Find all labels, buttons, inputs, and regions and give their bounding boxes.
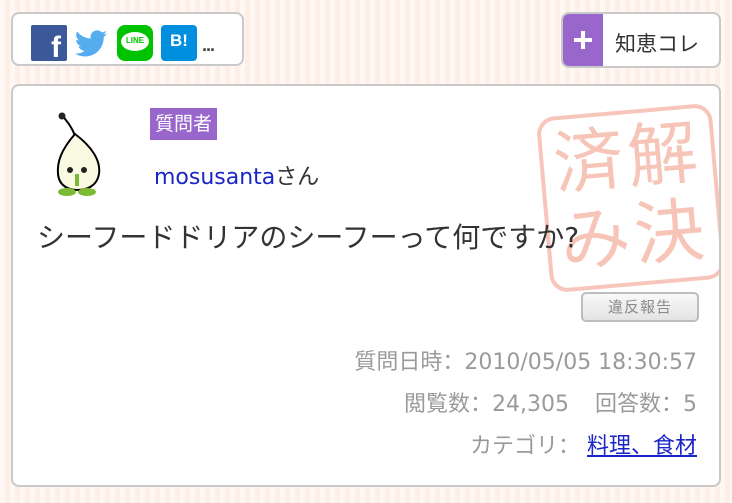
views-value: 24,305 [492,392,569,417]
twitter-icon[interactable] [73,25,109,61]
questioner-badge: 質問者 [150,108,218,140]
question-category: カテゴリ： 料理、食材 [470,428,697,460]
avatar [56,112,101,196]
views-label: 閲覧数： [403,392,492,417]
hatena-bookmark-icon[interactable]: B! [161,25,197,61]
more-share-button[interactable]: ... [202,35,215,56]
chiekore-label: 知恵コレ [615,32,699,56]
plus-icon [563,14,603,66]
share-bar: f LINE B! ... [11,12,244,66]
facebook-glyph: f [51,31,61,64]
resolved-stamp: 解 決 済 み [537,104,719,292]
question-card: 解 決 済 み 質問者 mosusantaさん シーフードドリアのシーフーって何… [11,84,721,487]
question-date: 質問日時：2010/05/05 18:30:57 [354,344,697,376]
date-label: 質問日時： [354,350,465,375]
stamp-char-1: 解 [624,111,701,199]
line-bubble: LINE [121,32,149,51]
line-text: LINE [125,36,145,45]
line-icon[interactable]: LINE [117,25,153,61]
stamp-char-3: 済 [550,118,627,206]
category-link[interactable]: 料理、食材 [587,434,697,459]
question-stats: 閲覧数：24,305 回答数：5 [404,386,697,418]
username-link[interactable]: mosusanta [154,165,275,190]
category-label: カテゴリ： [469,434,580,459]
facebook-icon[interactable]: f [31,25,67,64]
report-button[interactable]: 違反報告 [581,292,699,322]
username-row: mosusantaさん [154,159,319,191]
question-title: シーフードドリアのシーフーって何ですか? [37,221,580,254]
date-value: 2010/05/05 18:30:57 [464,350,697,375]
chiekore-button[interactable]: 知恵コレ [561,12,721,68]
honorific: さん [275,165,320,190]
answers-value: 5 [683,392,697,417]
hatena-text: B! [170,31,188,50]
answers-label: 回答数： [594,392,683,417]
stamp-char-2: 決 [631,189,708,277]
